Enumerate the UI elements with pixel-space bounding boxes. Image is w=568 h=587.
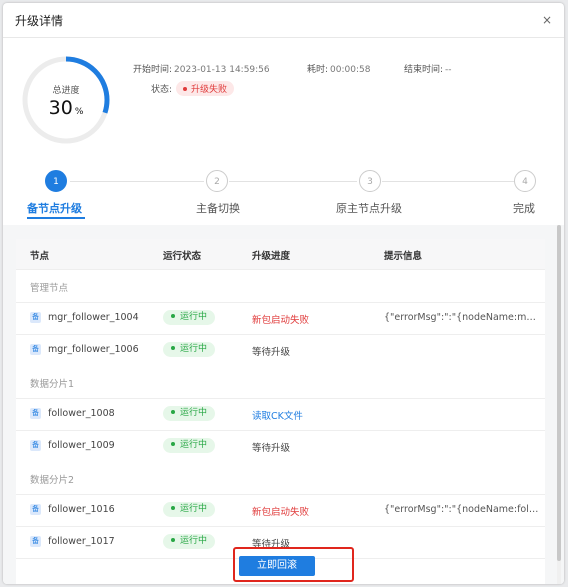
progress-unit: % (74, 107, 84, 117)
step-connector (70, 181, 204, 182)
standby-node-icon: 备 (30, 536, 41, 547)
status-dot-icon (183, 86, 188, 91)
start-time: 开始时间: 2023-01-13 14:59:56 (133, 62, 270, 75)
running-status-badge: 运行中 (163, 438, 216, 453)
running-dot-icon (171, 409, 175, 414)
group-label: 管理节点 (30, 283, 69, 294)
running-status-text: 运行中 (180, 312, 208, 322)
table-row[interactable]: 备 follower_1008 运行中 读取CK文件 (16, 398, 545, 431)
column-header-node: 节点 (30, 251, 50, 262)
upgrade-progress: 等待升级 (252, 443, 291, 454)
running-dot-icon (171, 313, 175, 318)
elapsed-time: 耗时: 00:00:58 (307, 62, 370, 75)
progress-label: 总进度 (52, 86, 80, 96)
status-badge: 升级失败 (176, 81, 235, 96)
running-status-text: 运行中 (180, 536, 208, 546)
node-name: mgr_follower_1004 (48, 312, 139, 323)
group-row: 管理节点 (16, 270, 545, 303)
running-dot-icon (171, 441, 175, 446)
table-area: 节点 运行状态 升级进度 提示信息 管理节点 备 mgr_follower_10… (3, 225, 564, 584)
step-connector (229, 181, 357, 182)
running-dot-icon (171, 505, 175, 510)
step-1-circle[interactable]: 1 (45, 170, 67, 192)
end-time-label: 结束时间: (404, 65, 444, 75)
table-row[interactable]: 备 mgr_follower_1006 运行中 等待升级 (16, 334, 545, 367)
running-dot-icon (171, 537, 175, 542)
hint-message: {"errorMsg":":"{nodeName:follower_... (384, 504, 539, 515)
progress-value: 30% (21, 97, 111, 119)
status-value: 升级失败 (191, 85, 228, 95)
table-row[interactable]: 备 follower_1009 运行中 等待升级 (16, 430, 545, 463)
table-row[interactable]: 备 mgr_follower_1004 运行中 新包启动失败 {"errorMs… (16, 302, 545, 335)
running-status-text: 运行中 (180, 440, 208, 450)
active-step-indicator (27, 217, 85, 219)
node-table: 节点 运行状态 升级进度 提示信息 管理节点 备 mgr_follower_10… (16, 239, 545, 584)
standby-node-icon: 备 (30, 408, 41, 419)
highlight-annotation-box (233, 547, 354, 582)
standby-node-icon: 备 (30, 344, 41, 355)
start-time-label: 开始时间: (133, 65, 173, 75)
elapsed-label: 耗时: (307, 65, 329, 75)
node-name: follower_1009 (48, 440, 115, 451)
node-name: follower_1008 (48, 408, 115, 419)
end-time: 结束时间: -- (404, 62, 452, 75)
step-4-circle[interactable]: 4 (514, 170, 536, 192)
standby-node-icon: 备 (30, 312, 41, 323)
step-3-circle[interactable]: 3 (359, 170, 381, 192)
step-4-label[interactable]: 完成 (513, 200, 535, 216)
progress-number: 30 (48, 97, 73, 119)
running-dot-icon (171, 345, 175, 350)
end-time-value: -- (445, 65, 452, 75)
node-name: follower_1017 (48, 536, 115, 547)
group-row: 数据分片2 (16, 462, 545, 495)
group-row: 数据分片1 (16, 366, 545, 399)
hint-message: {"errorMsg":":"{nodeName:mgr_follo... (384, 312, 539, 323)
column-header-status: 运行状态 (163, 251, 202, 262)
close-icon[interactable]: × (542, 13, 552, 27)
upgrade-progress: 新包启动失败 (252, 315, 310, 326)
status-row: 状态: 升级失败 (151, 81, 235, 96)
dialog-title: 升级详情 (15, 14, 64, 28)
total-progress-ring: 总进度 30% (21, 55, 111, 145)
table-header: 节点 运行状态 升级进度 提示信息 (16, 239, 545, 270)
step-connector (382, 181, 514, 182)
table-row[interactable]: 备 follower_1016 运行中 新包启动失败 {"errorMsg":"… (16, 494, 545, 527)
standby-node-icon: 备 (30, 504, 41, 515)
status-label: 状态: (151, 85, 173, 95)
upgrade-progress: 读取CK文件 (252, 411, 303, 422)
start-time-value: 2023-01-13 14:59:56 (174, 65, 270, 75)
node-name: mgr_follower_1006 (48, 344, 139, 355)
group-label: 数据分片2 (30, 475, 75, 486)
elapsed-value: 00:00:58 (330, 65, 371, 75)
running-status-badge: 运行中 (163, 342, 216, 357)
steps-bar (3, 161, 564, 223)
running-status-badge: 运行中 (163, 502, 216, 517)
column-header-progress: 升级进度 (252, 251, 291, 262)
column-header-message: 提示信息 (384, 251, 423, 262)
step-2-label[interactable]: 主备切换 (196, 200, 240, 216)
scrollbar-thumb[interactable] (557, 225, 561, 561)
running-status-text: 运行中 (180, 504, 208, 514)
node-name: follower_1016 (48, 504, 115, 515)
group-label: 数据分片1 (30, 379, 75, 390)
running-status-badge: 运行中 (163, 310, 216, 325)
standby-node-icon: 备 (30, 440, 41, 451)
step-3-label[interactable]: 原主节点升级 (336, 200, 402, 216)
running-status-text: 运行中 (180, 408, 208, 418)
upgrade-progress: 新包启动失败 (252, 507, 310, 518)
running-status-badge: 运行中 (163, 534, 216, 549)
running-status-text: 运行中 (180, 344, 208, 354)
upgrade-detail-dialog: 升级详情 × 总进度 30% 开始时间: 2023-01-13 14:59:56 … (3, 3, 564, 584)
dialog-header: 升级详情 × (3, 3, 564, 38)
step-1-label[interactable]: 备节点升级 (27, 200, 82, 216)
step-2-circle[interactable]: 2 (206, 170, 228, 192)
running-status-badge: 运行中 (163, 406, 216, 421)
upgrade-progress: 等待升级 (252, 347, 291, 358)
